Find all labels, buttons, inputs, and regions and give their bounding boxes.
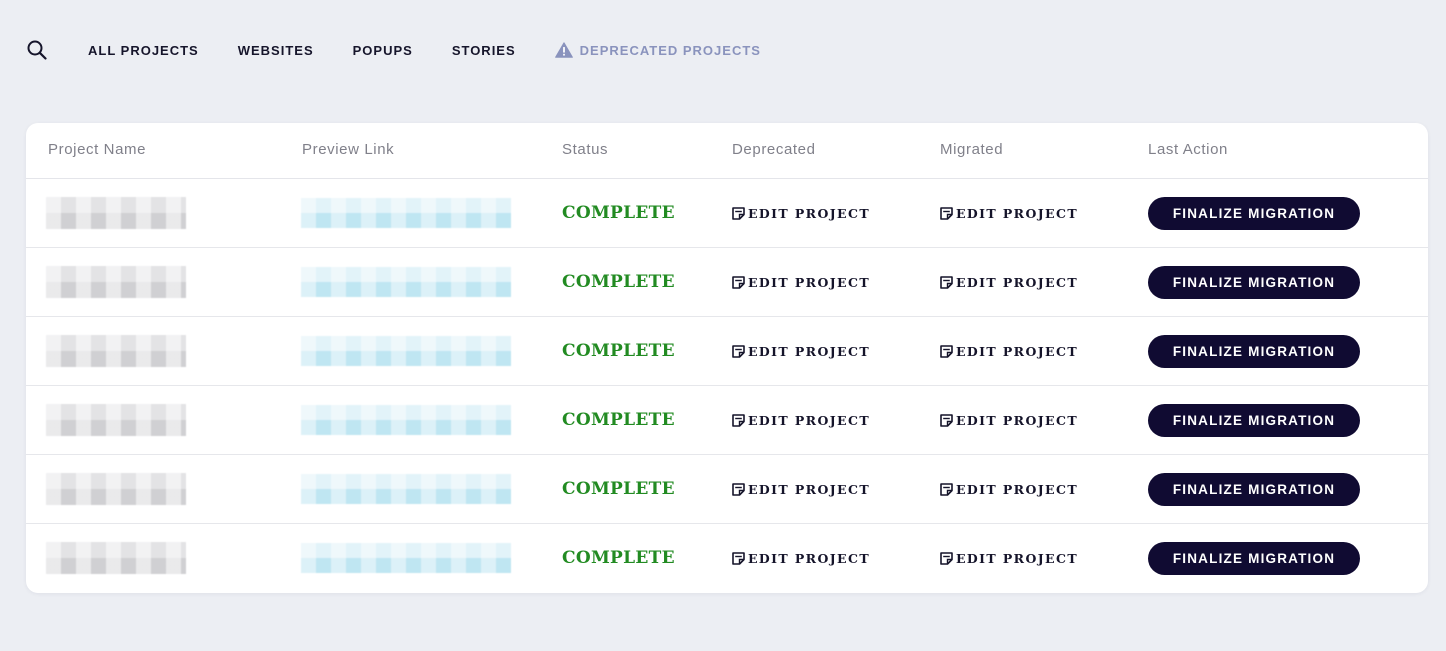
preview-link-redacted[interactable] xyxy=(301,336,511,366)
column-header-status: Status xyxy=(562,141,609,158)
edit-icon xyxy=(732,413,745,427)
deprecated-edit-project-link[interactable]: EDIT PROJECT xyxy=(732,206,870,221)
status-badge: COMPLETE xyxy=(562,410,675,430)
finalize-migration-button[interactable]: FINALIZE MIGRATION xyxy=(1148,265,1360,299)
preview-link-redacted[interactable] xyxy=(301,474,511,504)
status-badge: COMPLETE xyxy=(562,203,675,223)
column-header-preview-link: Preview Link xyxy=(302,141,395,158)
column-header-deprecated: Deprecated xyxy=(732,141,816,158)
edit-icon xyxy=(732,551,745,565)
edit-icon xyxy=(940,206,953,220)
edit-project-label: EDIT PROJECT xyxy=(956,412,1079,428)
projects-table: Project Name Preview Link Status Depreca… xyxy=(26,123,1428,593)
edit-icon xyxy=(940,275,953,289)
finalize-migration-button[interactable]: FINALIZE MIGRATION xyxy=(1148,472,1360,506)
migrated-edit-project-link[interactable]: EDIT PROJECT xyxy=(940,344,1078,359)
search-icon xyxy=(27,40,47,60)
deprecated-edit-project-link[interactable]: EDIT PROJECT xyxy=(732,344,870,359)
edit-project-label: EDIT PROJECT xyxy=(956,481,1079,497)
edit-icon xyxy=(940,413,953,427)
edit-project-label: EDIT PROJECT xyxy=(748,274,871,290)
migrated-edit-project-link[interactable]: EDIT PROJECT xyxy=(940,275,1078,290)
tab-stories[interactable]: STORIES xyxy=(452,43,516,58)
preview-link-redacted[interactable] xyxy=(301,198,511,228)
migrated-edit-project-link[interactable]: EDIT PROJECT xyxy=(940,551,1078,566)
search-button[interactable] xyxy=(26,39,48,61)
table-row: COMPLETE EDIT PROJECT EDIT PROJECT FINAL… xyxy=(26,386,1428,455)
edit-icon xyxy=(940,551,953,565)
table-row: COMPLETE EDIT PROJECT EDIT PROJECT FINAL… xyxy=(26,524,1428,592)
edit-icon xyxy=(940,482,953,496)
finalize-migration-button[interactable]: FINALIZE MIGRATION xyxy=(1148,541,1360,575)
deprecated-edit-project-link[interactable]: EDIT PROJECT xyxy=(732,275,870,290)
project-name-redacted[interactable] xyxy=(46,542,186,574)
finalize-migration-button[interactable]: FINALIZE MIGRATION xyxy=(1148,196,1360,230)
tab-all-projects[interactable]: ALL PROJECTS xyxy=(88,43,199,58)
project-name-redacted[interactable] xyxy=(46,404,186,436)
edit-icon xyxy=(732,482,745,496)
preview-link-redacted[interactable] xyxy=(301,543,511,573)
warning-icon xyxy=(554,42,573,58)
edit-project-label: EDIT PROJECT xyxy=(748,205,871,221)
edit-project-label: EDIT PROJECT xyxy=(956,343,1079,359)
preview-link-redacted[interactable] xyxy=(301,267,511,297)
project-name-redacted[interactable] xyxy=(46,473,186,505)
edit-icon xyxy=(732,344,745,358)
status-badge: COMPLETE xyxy=(562,548,675,568)
finalize-migration-button[interactable]: FINALIZE MIGRATION xyxy=(1148,403,1360,437)
edit-project-label: EDIT PROJECT xyxy=(956,550,1079,566)
table-body: COMPLETE EDIT PROJECT EDIT PROJECT FINAL… xyxy=(26,179,1428,592)
column-header-last-action: Last Action xyxy=(1148,141,1228,158)
edit-icon xyxy=(732,206,745,220)
tab-deprecated-projects-label: DEPRECATED PROJECTS xyxy=(579,42,761,58)
project-name-redacted[interactable] xyxy=(46,197,186,229)
status-badge: COMPLETE xyxy=(562,272,675,292)
project-name-redacted[interactable] xyxy=(46,335,186,367)
edit-icon xyxy=(732,275,745,289)
status-badge: COMPLETE xyxy=(562,341,675,361)
deprecated-edit-project-link[interactable]: EDIT PROJECT xyxy=(732,482,870,497)
table-row: COMPLETE EDIT PROJECT EDIT PROJECT FINAL… xyxy=(26,248,1428,317)
edit-icon xyxy=(940,344,953,358)
column-header-migrated: Migrated xyxy=(940,141,1004,158)
project-name-redacted[interactable] xyxy=(46,266,186,298)
edit-project-label: EDIT PROJECT xyxy=(748,481,871,497)
tab-websites[interactable]: WEBSITES xyxy=(238,43,314,58)
table-row: COMPLETE EDIT PROJECT EDIT PROJECT FINAL… xyxy=(26,317,1428,386)
top-nav: ALL PROJECTS WEBSITES POPUPS STORIES DEP… xyxy=(26,37,761,63)
edit-project-label: EDIT PROJECT xyxy=(748,343,871,359)
migrated-edit-project-link[interactable]: EDIT PROJECT xyxy=(940,482,1078,497)
table-row: COMPLETE EDIT PROJECT EDIT PROJECT FINAL… xyxy=(26,179,1428,248)
deprecated-edit-project-link[interactable]: EDIT PROJECT xyxy=(732,413,870,428)
tab-popups[interactable]: POPUPS xyxy=(353,43,413,58)
status-badge: COMPLETE xyxy=(562,479,675,499)
table-header: Project Name Preview Link Status Depreca… xyxy=(26,123,1428,179)
migrated-edit-project-link[interactable]: EDIT PROJECT xyxy=(940,413,1078,428)
edit-project-label: EDIT PROJECT xyxy=(748,412,871,428)
edit-project-label: EDIT PROJECT xyxy=(956,205,1079,221)
column-header-project-name: Project Name xyxy=(48,141,147,158)
tab-deprecated-projects[interactable]: DEPRECATED PROJECTS xyxy=(554,42,761,58)
edit-project-label: EDIT PROJECT xyxy=(748,550,871,566)
migrated-edit-project-link[interactable]: EDIT PROJECT xyxy=(940,206,1078,221)
edit-project-label: EDIT PROJECT xyxy=(956,274,1079,290)
deprecated-edit-project-link[interactable]: EDIT PROJECT xyxy=(732,551,870,566)
finalize-migration-button[interactable]: FINALIZE MIGRATION xyxy=(1148,334,1360,368)
preview-link-redacted[interactable] xyxy=(301,405,511,435)
table-row: COMPLETE EDIT PROJECT EDIT PROJECT FINAL… xyxy=(26,455,1428,524)
